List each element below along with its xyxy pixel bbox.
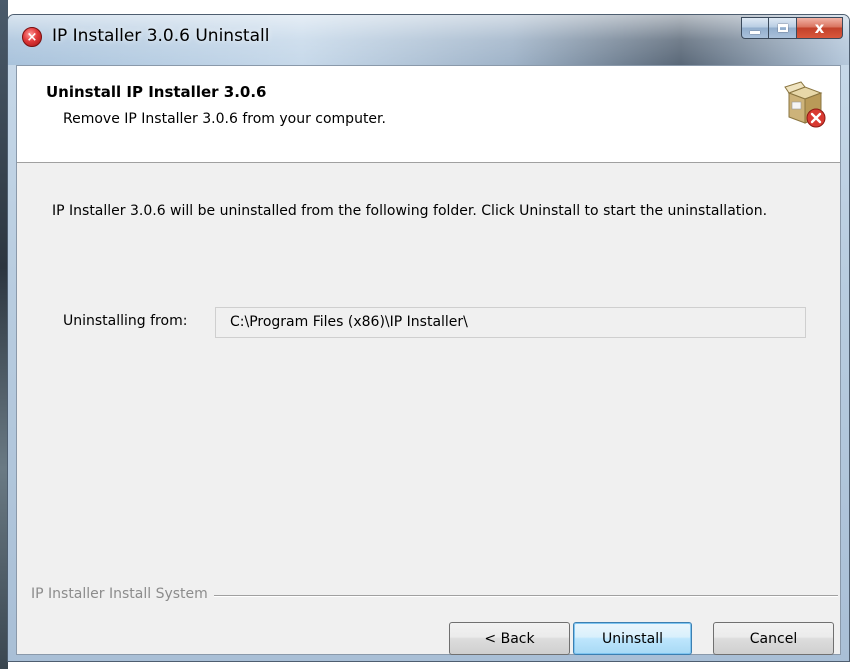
cancel-button[interactable]: Cancel <box>713 622 834 655</box>
window-title: IP Installer 3.0.6 Uninstall <box>52 26 270 46</box>
uninstall-description: IP Installer 3.0.6 will be uninstalled f… <box>52 203 768 219</box>
uninstall-box-icon <box>784 81 826 128</box>
maximize-button[interactable] <box>769 17 797 39</box>
dialog-header: Uninstall IP Installer 3.0.6 Remove IP I… <box>17 66 840 163</box>
minimize-icon <box>750 30 760 34</box>
dialog-client-area: Uninstall IP Installer 3.0.6 Remove IP I… <box>16 65 841 655</box>
page-subtitle: Remove IP Installer 3.0.6 from your comp… <box>63 111 386 127</box>
uninstall-path-field[interactable]: C:\Program Files (x86)\IP Installer\ <box>215 307 806 338</box>
error-icon: × <box>22 27 42 47</box>
page-title: Uninstall IP Installer 3.0.6 <box>46 83 267 101</box>
uninstall-button[interactable]: Uninstall <box>573 622 692 655</box>
uninstalling-from-label: Uninstalling from: <box>63 313 188 329</box>
caption-buttons: x <box>741 17 843 39</box>
uninstaller-window: × IP Installer 3.0.6 Uninstall x Uninsta… <box>7 14 850 662</box>
close-button[interactable]: x <box>797 17 843 39</box>
maximize-icon <box>777 24 788 32</box>
minimize-button[interactable] <box>741 17 769 39</box>
branding-text: IP Installer Install System <box>31 586 214 602</box>
back-button[interactable]: < Back <box>449 622 570 655</box>
title-bar[interactable]: × IP Installer 3.0.6 Uninstall x <box>8 15 849 65</box>
close-icon: x <box>814 19 825 37</box>
